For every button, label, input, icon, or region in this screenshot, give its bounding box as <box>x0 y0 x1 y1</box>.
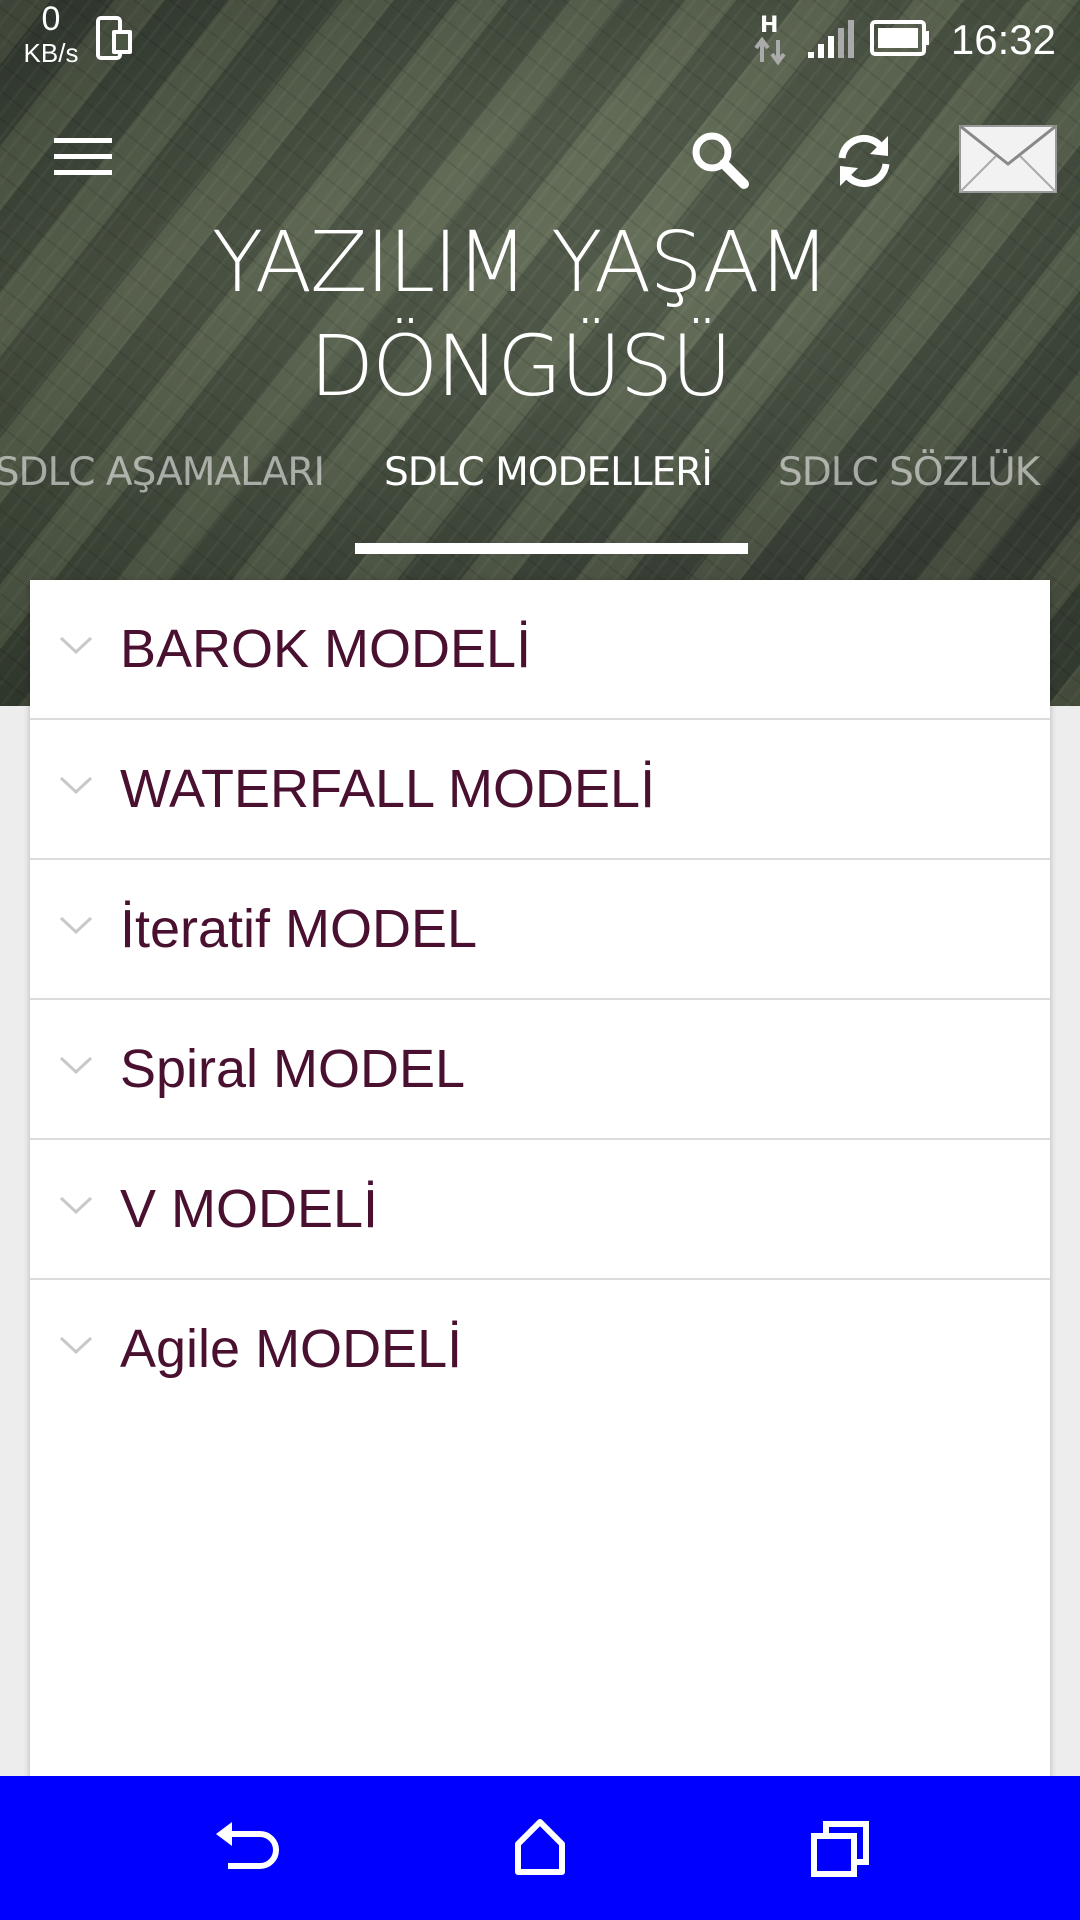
status-time: 16:32 <box>950 16 1056 63</box>
refresh-icon[interactable] <box>832 130 896 194</box>
network-type-label: H <box>760 13 778 38</box>
phone-icon <box>96 16 134 64</box>
data-activity-icon: H <box>752 10 792 70</box>
tab-sdlc-asamalari[interactable]: SDLC AŞAMALARI <box>0 450 325 495</box>
status-bar: 0 KB/s H 16:32 <box>0 0 1080 80</box>
recents-icon[interactable] <box>798 1806 882 1890</box>
list-item-label: WATERFALL MODELİ <box>120 759 656 819</box>
network-speed: 0 KB/s <box>16 2 86 66</box>
list-item-label: V MODELİ <box>120 1179 379 1239</box>
navigation-bar <box>0 1776 1080 1920</box>
network-speed-unit: KB/s <box>23 38 79 68</box>
home-icon[interactable] <box>498 1806 582 1890</box>
chevron-down-icon <box>58 914 94 942</box>
signal-icon <box>806 20 856 64</box>
list-item-waterfall-modeli[interactable]: WATERFALL MODELİ <box>30 720 1050 860</box>
models-list: BAROK MODELİ WATERFALL MODELİ İteratif M… <box>30 580 1050 1780</box>
list-item-label: İteratif MODEL <box>120 899 478 959</box>
tab-sdlc-modelleri[interactable]: SDLC MODELLERİ <box>384 450 713 495</box>
list-item-iteratif-model[interactable]: İteratif MODEL <box>30 860 1050 1000</box>
search-icon[interactable] <box>690 130 750 194</box>
chevron-down-icon <box>58 1334 94 1362</box>
mail-icon[interactable] <box>958 124 1058 198</box>
list-item-label: Spiral MODEL <box>120 1039 466 1099</box>
battery-icon <box>870 20 930 60</box>
list-item-label: BAROK MODELİ <box>120 619 532 679</box>
list-item-barok-modeli[interactable]: BAROK MODELİ <box>30 580 1050 720</box>
app-title-line-1: YAZILIM YAŞAM <box>211 213 830 311</box>
list-item-v-modeli[interactable]: V MODELİ <box>30 1140 1050 1280</box>
back-icon[interactable] <box>198 1806 282 1890</box>
list-item-agile-modeli[interactable]: Agile MODELİ <box>30 1280 1050 1418</box>
app-title: YAZILIM YAŞAM DÖNGÜSÜ <box>80 210 960 418</box>
tab-indicator <box>355 543 748 554</box>
tab-sdlc-sozluk[interactable]: SDLC SÖZLÜK <box>778 450 1040 495</box>
network-speed-value: 0 <box>41 0 61 38</box>
app-title-line-2: DÖNGÜSÜ <box>309 317 732 415</box>
menu-icon[interactable] <box>54 136 114 182</box>
chevron-down-icon <box>58 634 94 662</box>
chevron-down-icon <box>58 774 94 802</box>
chevron-down-icon <box>58 1194 94 1222</box>
chevron-down-icon <box>58 1054 94 1082</box>
list-item-label: Agile MODELİ <box>120 1319 463 1379</box>
list-item-spiral-model[interactable]: Spiral MODEL <box>30 1000 1050 1140</box>
